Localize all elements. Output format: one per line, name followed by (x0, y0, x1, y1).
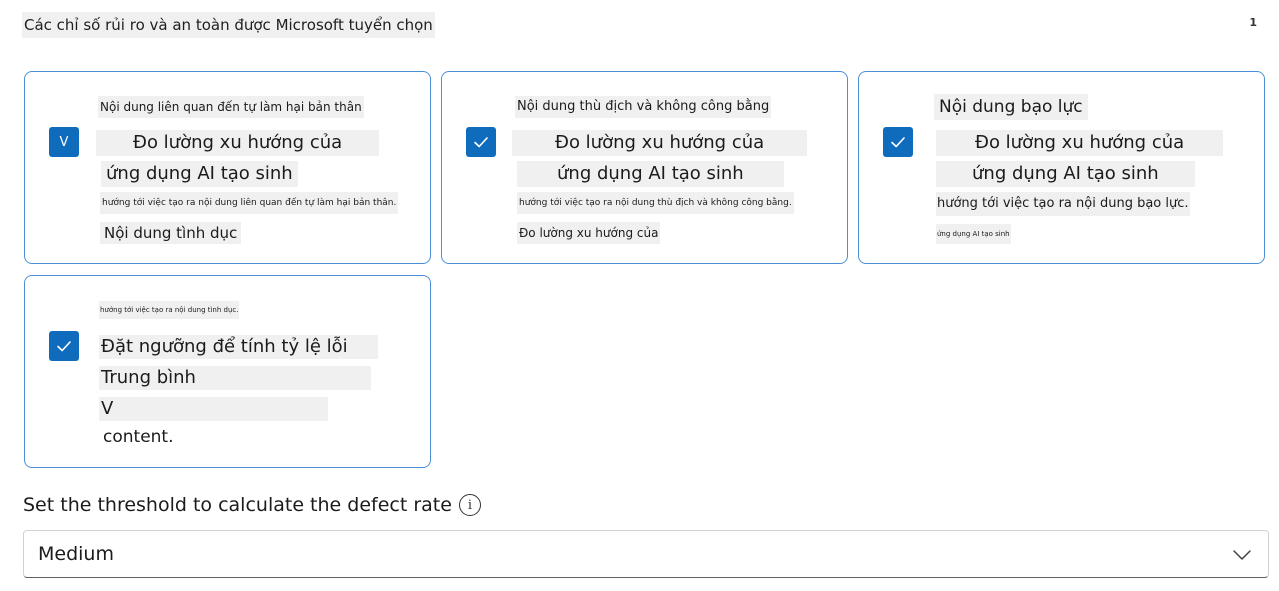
checkmark-icon (57, 341, 71, 352)
count-badge: 1 (1249, 16, 1257, 29)
card-description-line: Nội dung tình dục (100, 222, 242, 244)
info-icon[interactable]: i (459, 494, 481, 516)
checkbox-sexual[interactable] (49, 331, 79, 361)
threshold-label: Set the threshold to calculate the defec… (23, 494, 452, 516)
metric-card-self-harm[interactable]: V Nội dung liên quan đến tự làm hại bản … (24, 71, 431, 264)
card-description-line: V (99, 397, 329, 421)
card-description-line: ứng dụng AI tạo sinh (936, 224, 1011, 244)
card-title: Nội dung thù địch và không công bằng (515, 96, 772, 118)
card-description-line: content. (103, 427, 174, 447)
checkbox-self-harm[interactable]: V (49, 127, 79, 157)
card-description-line: Đo lường xu hướng của (936, 130, 1224, 156)
card-description-line: ứng dụng AI tạo sinh (101, 161, 298, 187)
metric-card-sexual[interactable]: hướng tới việc tạo ra nội dung tình dục.… (24, 275, 431, 468)
card-description-line: Đo lường xu hướng của (96, 130, 380, 156)
threshold-dropdown[interactable]: Medium (23, 530, 1269, 578)
card-description-line: Đặt ngưỡng để tính tỷ lệ lỗi (99, 335, 378, 359)
checkmark-icon (474, 137, 488, 148)
checkbox-hateful-unfair[interactable] (466, 127, 496, 157)
metric-card-violence[interactable]: Nội dung bạo lực Đo lường xu hướng của ứ… (858, 71, 1265, 264)
card-title: hướng tới việc tạo ra nội dung tình dục. (99, 301, 240, 319)
card-description-line: hướng tới việc tạo ra nội dung liên quan… (100, 192, 399, 214)
chevron-down-icon (1233, 550, 1251, 560)
card-description-line: Trung bình (99, 366, 371, 390)
card-title: Nội dung bạo lực (934, 94, 1088, 120)
card-description-line: Đo lường xu hướng của (517, 222, 661, 244)
card-description-line: ứng dụng AI tạo sinh (936, 161, 1195, 187)
card-description-line: hướng tới việc tạo ra nội dung bạo lực. (936, 192, 1190, 216)
page-title: Các chỉ số rủi ro và an toàn được Micros… (22, 12, 435, 38)
checkmark-icon (891, 137, 905, 148)
card-title: Nội dung liên quan đến tự làm hại bản th… (98, 96, 364, 118)
metric-card-hateful-unfair[interactable]: Nội dung thù địch và không công bằng Đo … (441, 71, 848, 264)
card-description-line: Đo lường xu hướng của (512, 130, 808, 156)
checkbox-violence[interactable] (883, 127, 913, 157)
threshold-selected-value: Medium (38, 543, 114, 565)
card-description-line: hướng tới việc tạo ra nội dung thù địch … (517, 192, 794, 214)
checkbox-glyph: V (59, 134, 69, 150)
card-description-line: ứng dụng AI tạo sinh (517, 161, 784, 187)
